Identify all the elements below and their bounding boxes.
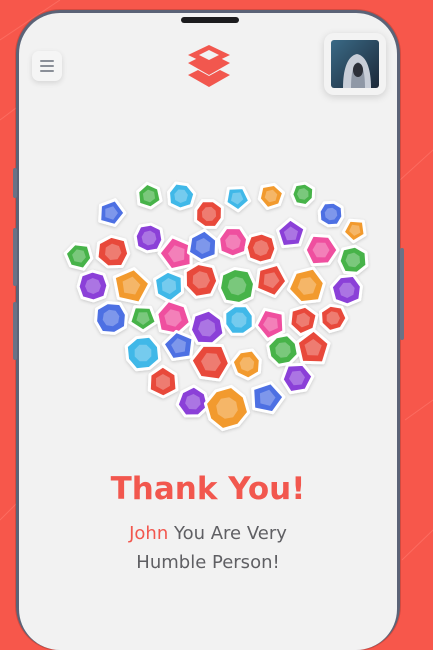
avatar-image <box>331 40 379 88</box>
menu-button[interactable] <box>32 51 62 81</box>
phone-side-button <box>13 302 17 360</box>
phone-frame: Thank You! John You Are Very Humble Pers… <box>16 10 400 650</box>
menu-line <box>40 70 54 72</box>
user-avatar[interactable] <box>324 33 386 95</box>
gem-facet <box>134 344 152 362</box>
menu-line <box>40 60 54 62</box>
gem-heart-illustration <box>63 181 369 432</box>
recipient-name: John <box>129 523 169 544</box>
message-line-1: John You Are Very <box>19 519 397 548</box>
phone-notch <box>181 17 239 23</box>
app-logo-icon <box>188 45 230 87</box>
menu-line <box>40 65 54 67</box>
phone-screen: Thank You! John You Are Very Humble Pers… <box>19 13 397 650</box>
thank-you-title: Thank You! <box>110 471 306 507</box>
message-text-1: You Are Very <box>168 523 287 544</box>
phone-side-button <box>400 248 404 340</box>
message-text-2: Humble Person! <box>136 552 280 573</box>
phone-side-button <box>13 228 17 286</box>
thank-you-message: John You Are Very Humble Person! <box>19 519 397 577</box>
phone-side-button <box>13 168 17 198</box>
